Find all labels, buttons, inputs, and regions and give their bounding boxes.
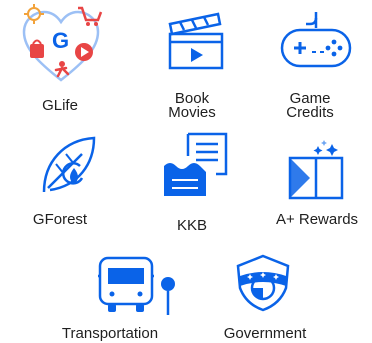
service-label: A+ Rewards [275, 211, 359, 228]
service-label: Government [223, 325, 307, 342]
glife-hearts-icon: G [18, 2, 104, 88]
service-label: KKB [176, 217, 207, 234]
service-label: Game Credits [286, 90, 334, 121]
receipt-icon [160, 130, 234, 202]
leaf-icon [38, 134, 100, 196]
service-label: Book Movies [168, 90, 216, 121]
clapperboard-icon [166, 10, 226, 72]
gift-box-icon [282, 138, 352, 200]
service-label: GLife [42, 97, 78, 114]
service-label: Transportation [61, 325, 159, 342]
bus-icon [96, 254, 180, 320]
gamepad-icon [276, 10, 356, 72]
svg-text:G: G [52, 28, 69, 53]
service-label: GForest [32, 211, 88, 228]
shield-icon [232, 252, 294, 314]
